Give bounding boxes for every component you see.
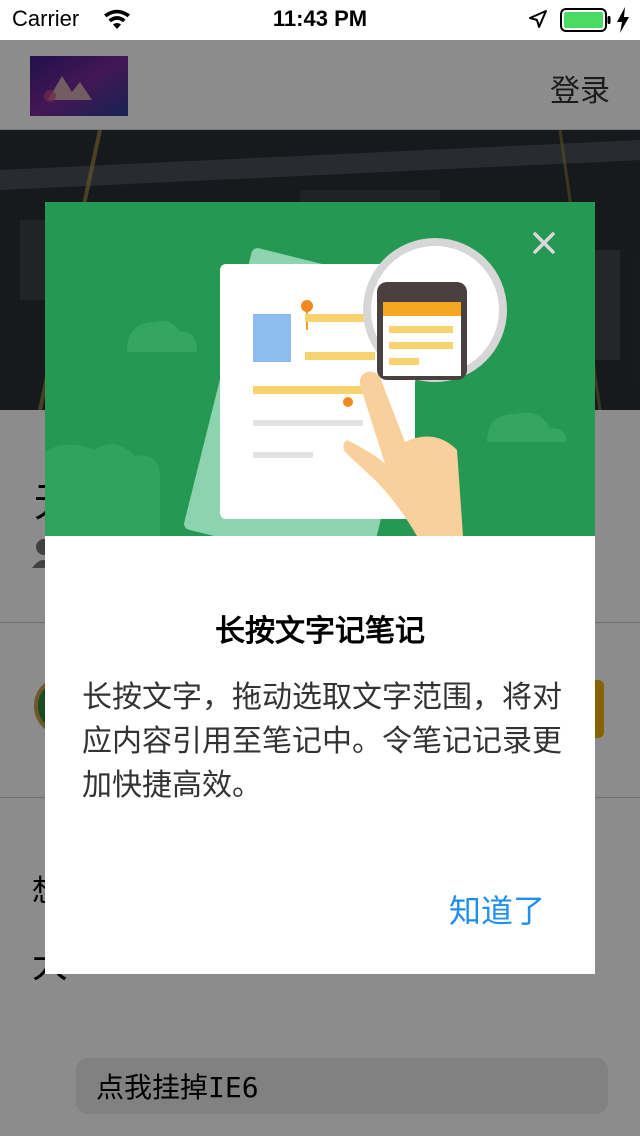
confirm-button[interactable]: 知道了 — [449, 886, 545, 932]
status-bar: Carrier 11:43 PM — [0, 0, 640, 40]
close-icon[interactable] — [529, 228, 559, 258]
dialog-illustration-area — [45, 202, 595, 536]
battery-icon — [560, 8, 611, 32]
dialog-title: 长按文字记笔记 — [215, 614, 425, 649]
location-arrow-icon — [529, 10, 547, 28]
note-tip-dialog: 长按文字记笔记 长按文字，拖动选取文字范围，将对应内容引用至笔记中。令笔记记录更… — [45, 202, 595, 974]
document-magnifier-hand-illustration — [45, 238, 567, 536]
charging-bolt-icon — [617, 7, 629, 33]
dialog-description: 长按文字，拖动选取文字范围，将对应内容引用至笔记中。令笔记记录更加快捷高效。 — [82, 680, 562, 803]
